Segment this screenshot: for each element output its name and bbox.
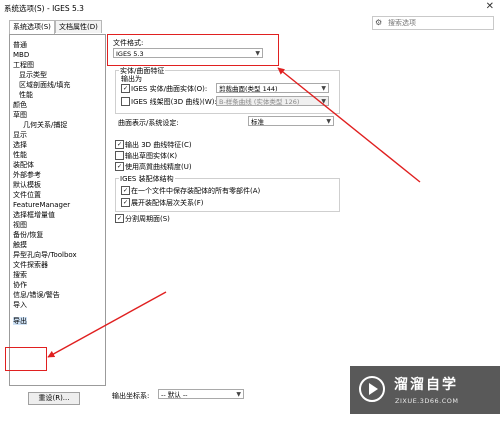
output-as-label: 输出为 [121,75,142,83]
wireframe-checkbox[interactable] [121,97,130,106]
tree-item-drawing-performance[interactable]: 性能 [19,91,33,99]
high-precision-label: 使用高質曲线精度(U) [125,163,192,171]
tree-item-view[interactable]: 视图 [13,221,27,229]
tree-item-collaboration[interactable]: 协作 [13,281,27,289]
tree-item-export[interactable]: 导出 [13,317,27,325]
watermark: 溜溜自学 ZIXUE.3D66.COM [350,366,500,414]
chevron-down-icon: ▼ [321,85,326,92]
output-3d-label: 输出 3D 曲线特征(C) [125,141,192,149]
tree-item-assemblies[interactable]: 装配体 [13,161,34,169]
annotation-box-export [5,347,47,371]
surface-rep-select[interactable]: 标准 ▼ [248,116,334,126]
reset-button[interactable]: 重设(R)... [28,392,80,405]
output-3d-checkbox[interactable]: ✓ [115,140,124,149]
tree-item-general[interactable]: 普通 [13,41,27,49]
tab-system-options[interactable]: 系统选项(S) [9,20,55,34]
tree-item-backup-recover[interactable]: 备份/恢复 [13,231,43,239]
assembly-group-label: IGES 装配体结构 [119,174,175,184]
save-all-checkbox[interactable]: ✓ [121,186,130,195]
tree-item-mbd[interactable]: MBD [13,51,29,59]
tree-item-touch[interactable]: 触摸 [13,241,27,249]
search-input[interactable]: 搜索选项 [388,17,416,29]
tree-item-sketch[interactable]: 草图 [13,111,27,119]
high-precision-checkbox[interactable]: ✓ [115,162,124,171]
chevron-down-icon: ▼ [326,118,331,125]
flatten-label: 展开装配体层次关系(F) [131,199,204,207]
iges-solid-checkbox[interactable]: ✓ [121,84,130,93]
tree-item-selection[interactable]: 选择 [13,141,27,149]
tree-item-file-locations[interactable]: 文件位置 [13,191,41,199]
coord-select[interactable]: -- 默认 -- ▼ [158,389,244,399]
gear-icon: ⚙ [375,18,383,27]
tree-item-spin-box-increments[interactable]: 选择框增量值 [13,211,55,219]
close-icon[interactable]: ✕ [486,1,494,12]
tree-item-hole-wizard-toolbox[interactable]: 异型孔向导/Toolbox [13,251,77,259]
tree-item-performance[interactable]: 性能 [13,151,27,159]
watermark-url: ZIXUE.3D66.COM [395,397,459,405]
window-title: 系统选项(S) - IGES 5.3 [4,4,84,13]
tree-item-area-hatch[interactable]: 区域剖面线/填充 [19,81,70,89]
split-periodic-checkbox[interactable]: ✓ [115,214,124,223]
wireframe-value: B-样条曲线 (实体类型 126) [219,98,300,106]
output-sketch-checkbox[interactable] [115,151,124,160]
tree-item-relations-snaps[interactable]: 几何关系/捕捉 [23,121,67,129]
tree-item-drawings[interactable]: 工程图 [13,61,34,69]
options-tree[interactable]: 普通 MBD 工程图 显示类型 区域剖面线/填充 性能 颜色 草图 几何关系/捕… [9,34,106,386]
file-format-select[interactable]: IGES 5.3 ▼ [113,48,263,58]
tab-document-properties[interactable]: 文档属性(D) [55,20,102,33]
chevron-down-icon: ▼ [236,391,241,398]
flatten-checkbox[interactable]: ✓ [121,198,130,207]
play-logo-icon [359,376,385,402]
iges-solid-label: IGES 实体/曲面实体(O): [131,85,208,93]
surface-rep-value: 标准 [251,118,264,126]
split-periodic-label: 分割周期面(S) [125,215,170,223]
chevron-down-icon: ▼ [255,50,260,57]
tree-item-featuremanager[interactable]: FeatureManager [13,201,70,209]
tree-item-search[interactable]: 搜索 [13,271,27,279]
search-box[interactable]: ⚙ 搜索选项 [372,16,494,30]
iges-solid-select[interactable]: 剪裁曲面(类型 144) ▼ [216,83,329,93]
tree-item-default-templates[interactable]: 默认模板 [13,181,41,189]
tree-item-import[interactable]: 导入 [13,301,27,309]
tree-item-display-style[interactable]: 显示类型 [19,71,47,79]
file-format-value: IGES 5.3 [116,50,144,58]
wireframe-select[interactable]: B-样条曲线 (实体类型 126) ▼ [216,96,329,106]
tree-item-display[interactable]: 显示 [13,131,27,139]
tree-item-file-explorer[interactable]: 文件探索器 [13,261,48,269]
surface-rep-label: 曲面表示/系统设定: [118,119,179,127]
save-all-label: 在一个文件中保存装配体的所有零部件(A) [131,187,261,195]
tree-item-external-references[interactable]: 外部参考 [13,171,41,179]
tree-item-messages-errors-warnings[interactable]: 信息/错误/警告 [13,291,60,299]
wireframe-label: IGES 线架图(3D 曲线)(W): [131,98,217,106]
output-sketch-label: 输出草图实体(K) [125,152,178,160]
title-bar: 系统选项(S) - IGES 5.3 ✕ [0,0,500,15]
tree-item-colors[interactable]: 颜色 [13,101,27,109]
watermark-brand: 溜溜自学 [394,377,458,393]
coord-label: 输出坐标系: [112,392,150,400]
chevron-down-icon: ▼ [321,98,326,105]
iges-solid-value: 剪裁曲面(类型 144) [219,85,278,93]
file-format-label: 文件格式: [113,39,144,47]
coord-value: -- 默认 -- [161,391,188,399]
